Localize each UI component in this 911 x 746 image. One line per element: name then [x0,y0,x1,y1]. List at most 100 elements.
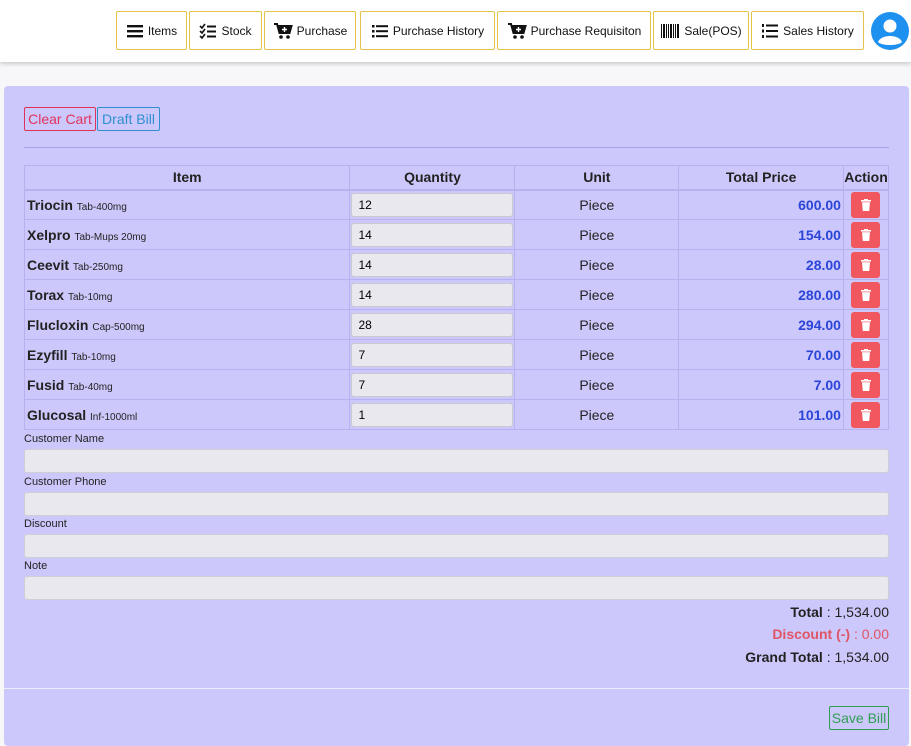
quantity-input[interactable] [351,402,514,427]
list-icon [126,24,143,37]
quantity-input[interactable] [351,252,514,277]
cart-table: Item Quantity Unit Total Price Action Tr… [23,165,890,430]
total-value: 1,534.00 [834,604,890,620]
trash-icon [860,228,871,241]
barcode-icon [661,23,680,38]
total-price-cell: 70.00 [678,339,844,370]
delete-item-button[interactable] [851,221,881,248]
save-bill-button[interactable]: Save Bill [829,706,889,730]
draft-bill-button[interactable]: Draft Bill [97,107,160,131]
item-name: Flucloxin [27,316,89,333]
action-cell [842,189,890,220]
delete-item-button[interactable] [851,281,881,308]
nav-purchase-requisition-button[interactable]: Purchase Requisiton [497,11,651,50]
quantity-input[interactable] [351,312,514,337]
delete-item-button[interactable] [851,401,881,428]
item-name: Glucosal [27,406,87,423]
discount-total-label: Discount (-) [772,626,851,642]
nav-sales-history-label: Sales History [783,23,854,38]
column-header-quantity: Quantity [349,165,516,191]
cart-plus-icon [507,22,527,39]
total-price-cell: 154.00 [678,219,844,250]
customer-name-label: Customer Name [24,433,105,445]
grand-total-value: 1,534.00 [834,649,890,665]
discount-input[interactable] [24,534,889,558]
item-name: Xelpro [27,226,71,243]
quantity-cell [349,309,516,340]
user-avatar[interactable] [871,12,909,50]
delete-item-button[interactable] [851,371,881,398]
quantity-input[interactable] [351,372,514,397]
customer-name-input[interactable] [24,449,889,473]
quantity-input[interactable] [351,282,514,307]
quantity-cell [349,219,516,250]
nav-sales-history-button[interactable]: Sales History [751,11,864,50]
nav-stock-button[interactable]: Stock [189,11,262,50]
clear-cart-button[interactable]: Clear Cart [24,107,96,131]
delete-item-button[interactable] [851,251,881,278]
nav-stock-label: Stock [221,23,252,38]
trash-icon [860,288,871,301]
item-form-strength: Tab-10mg [67,291,113,303]
delete-item-button[interactable] [851,191,881,218]
quantity-cell [349,249,516,280]
quantity-input[interactable] [351,342,514,367]
quantity-cell [349,399,516,430]
unit-cell: Piece [514,189,680,220]
delete-item-button[interactable] [851,311,881,338]
discount-total-value: 0.00 [861,626,889,642]
item-cell: Ceevit Tab-250mg [23,249,351,280]
trash-icon [860,408,871,421]
item-cell: Ezyfill Tab-10mg [23,339,351,370]
nav-purchase-history-label: Purchase History [392,23,485,38]
column-header-unit: Unit [514,165,680,191]
table-row: Ezyfill Tab-10mg Piece70.00 [23,339,890,370]
discount-label: Discount [24,518,67,530]
trash-icon [860,348,871,361]
numbered-list-icon [762,23,779,38]
total-label: Total [790,604,823,620]
item-name: Ezyfill [27,346,68,363]
action-cell [842,399,890,430]
top-nav-bar: Items Stock Purchase Purchase History Pu… [0,0,911,62]
nav-purchase-button[interactable]: Purchase [264,11,356,50]
item-form-strength: Tab-Mups 20mg [74,231,147,243]
column-header-item: Item [23,165,351,191]
nav-purchase-history-button[interactable]: Purchase History [360,11,495,50]
trash-icon [860,378,871,391]
unit-cell: Piece [514,309,680,340]
customer-phone-label: Customer Phone [24,476,107,488]
trash-icon [860,198,871,211]
quantity-cell [349,279,516,310]
nav-items-button[interactable]: Items [116,11,187,50]
table-row: Torax Tab-10mg Piece280.00 [23,279,890,310]
action-cell [842,219,890,250]
quantity-input[interactable] [351,192,514,217]
item-form-strength: Tab-10mg [71,351,116,363]
grand-total-label: Grand Total [745,649,823,665]
unit-cell: Piece [514,369,680,400]
note-input[interactable] [24,576,889,600]
item-cell: Torax Tab-10mg [23,279,351,310]
delete-item-button[interactable] [851,341,881,368]
nav-sale-pos-button[interactable]: Sale(POS) [653,11,749,50]
item-cell: Fusid Tab-40mg [23,369,351,400]
item-name: Ceevit [27,256,70,273]
discount-line: Discount (-) : 0.00 [772,626,889,642]
grand-total-line: Grand Total : 1,534.00 [745,649,889,665]
note-label: Note [24,560,48,572]
item-cell: Flucloxin Cap-500mg [23,309,351,340]
item-cell: Xelpro Tab-Mups 20mg [23,219,351,250]
total-price-cell: 294.00 [678,309,844,340]
unit-cell: Piece [514,279,680,310]
item-cell: Triocin Tab-400mg [23,189,351,220]
quantity-input[interactable] [351,222,514,247]
action-cell [842,339,890,370]
total-price-cell: 7.00 [678,369,844,400]
nav-sale-pos-label: Sale(POS) [684,23,742,38]
action-cell [842,279,890,310]
total-price-cell: 280.00 [678,279,844,310]
nav-purchase-label: Purchase [296,23,348,38]
unit-cell: Piece [514,219,680,250]
customer-phone-input[interactable] [24,492,889,516]
